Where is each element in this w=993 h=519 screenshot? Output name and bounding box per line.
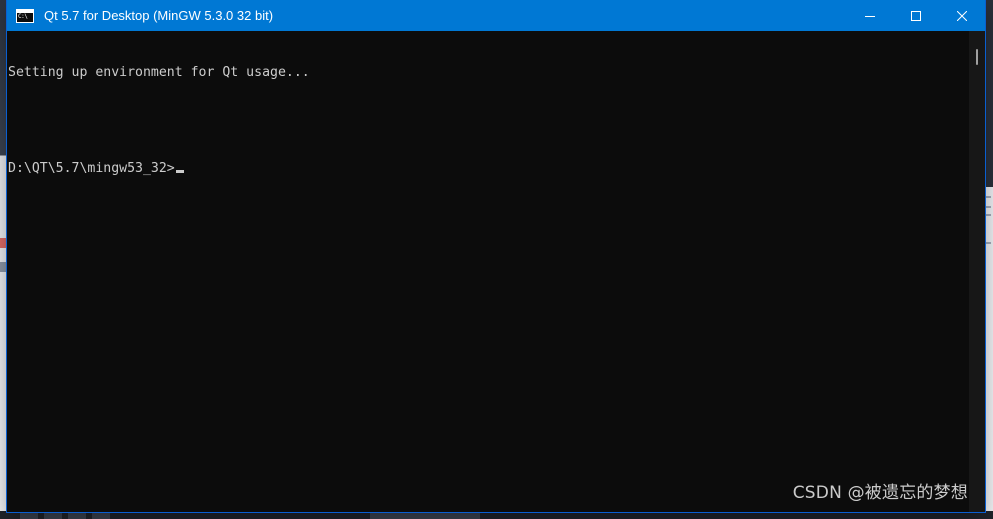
console-line-2 xyxy=(8,113,969,129)
title-bar[interactable]: C:\ Qt 5.7 for Desktop (MinGW 5.3.0 32 b… xyxy=(7,0,985,31)
text-cursor xyxy=(175,170,184,173)
minimize-icon xyxy=(865,15,875,17)
csdn-watermark: CSDN @被遗忘的梦想 xyxy=(792,483,968,503)
taskbar-hint xyxy=(0,511,993,519)
window-controls xyxy=(847,0,985,31)
desktop-background: C:\ Qt 5.7 for Desktop (MinGW 5.3.0 32 b… xyxy=(0,0,993,519)
console-prompt: D:\QT\5.7\mingw53_32> xyxy=(8,161,175,176)
console-output[interactable]: Setting up environment for Qt usage... D… xyxy=(7,31,969,512)
close-icon xyxy=(957,10,967,21)
window-title: Qt 5.7 for Desktop (MinGW 5.3.0 32 bit) xyxy=(44,8,274,23)
console-line-1: Setting up environment for Qt usage... xyxy=(8,65,310,80)
minimize-button[interactable] xyxy=(847,0,893,31)
close-button[interactable] xyxy=(939,0,985,31)
console-app-icon: C:\ xyxy=(16,8,34,23)
console-scrollbar[interactable] xyxy=(969,31,985,512)
maximize-button[interactable] xyxy=(893,0,939,31)
maximize-icon xyxy=(911,10,921,21)
scrollbar-thumb[interactable] xyxy=(976,49,978,65)
console-window: C:\ Qt 5.7 for Desktop (MinGW 5.3.0 32 b… xyxy=(7,0,985,512)
console-prompt-line: D:\QT\5.7\mingw53_32> xyxy=(8,161,969,177)
